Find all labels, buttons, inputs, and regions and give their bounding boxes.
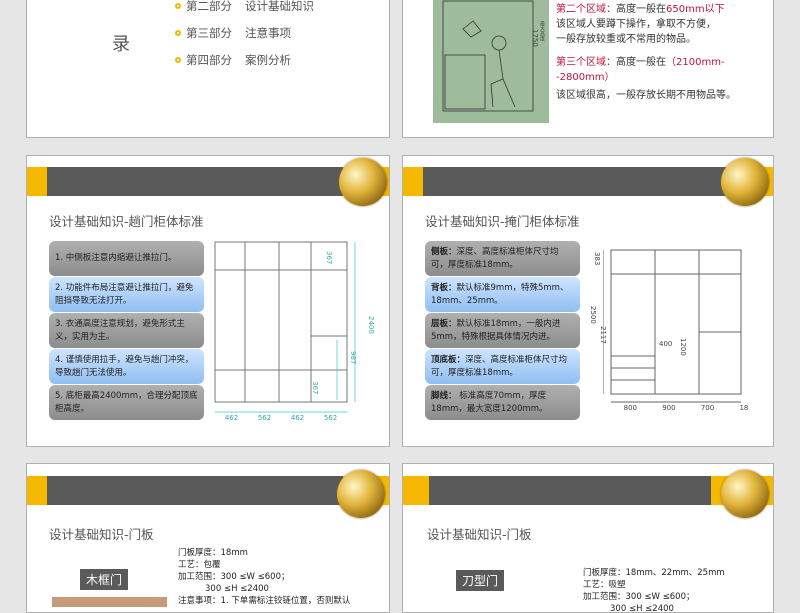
header-bar: [403, 167, 773, 196]
toc-side-char: 录: [112, 34, 130, 55]
slide-zones[interactable]: 1750 最大高度 第二个区域：高度一般在650mm以下 该区域人要蹲下操作，拿…: [402, 0, 774, 138]
width-dims: 800 900 700 18: [623, 404, 749, 412]
dim-label: 1200: [679, 338, 687, 356]
slide-hinged-cabinet[interactable]: 设计基础知识-掩门柜体标准 侧板：深度、高度标准柜体尺寸均可，厚度标准18mm。…: [402, 155, 774, 447]
globe-logo-icon: [337, 470, 385, 518]
point-box: 4. 谨慎使用拉手，避免与趟门冲突，导致趟门无法使用。: [49, 349, 204, 384]
person-illustration: [442, 0, 534, 112]
dim-label: 367: [325, 251, 333, 265]
dim-label: 367: [311, 381, 319, 395]
slide-door-blade[interactable]: 设计基础知识-门板 刀型门 门板厚度：18mm、22mm、25mm 工艺：吸塑 加工…: [402, 463, 774, 613]
dim-label: 987: [349, 351, 357, 365]
slide-title: 设计基础知识-掩门柜体标准: [425, 214, 580, 229]
dim-label: 最大高度: [539, 21, 545, 41]
dim-label: 2400: [367, 316, 375, 334]
spec-text: 门板厚度：18mm、22mm、25mm 工艺：吸塑 加工范围：300 ≤W ≤600…: [583, 568, 725, 613]
globe-logo-icon: [721, 470, 769, 518]
zone3-heading: 第三个区域：高度一般在（2100mm--2800mm）: [556, 57, 725, 83]
dim-label: 2500: [589, 306, 597, 324]
door-type-tag: 木框门: [80, 569, 129, 590]
dim-label: 383: [593, 252, 601, 266]
slide-title: 设计基础知识-门板: [427, 527, 532, 542]
point-box: 3. 衣通高度注意规划，避免形式主义，实用为主。: [49, 313, 204, 348]
bullet-icon: [175, 30, 181, 36]
toc-item: 第二部分 设计基础知识: [175, 0, 314, 14]
point-box: 脚线： 标准高度70mm，厚度18mm，最大宽度1200mm。: [425, 385, 580, 420]
slide-toc[interactable]: 录 第二部分 设计基础知识 第三部分 注意事项 第四部分 案例分析: [26, 0, 390, 138]
spec-text: 门板厚度：18mm 工艺：包覆 加工范围：300 ≤W ≤600； 300 ≤H ≤…: [178, 548, 351, 606]
header-bar: [27, 476, 389, 505]
width-dims: 462 562 462 562: [224, 414, 338, 422]
globe-logo-icon: [721, 158, 769, 206]
door-photo: [52, 597, 167, 607]
point-box: 1. 中侧板注意内缩避让推拉门。: [49, 241, 204, 276]
zone3-desc: 该区域很高，一般存放长期不用物品等。: [556, 90, 736, 101]
zone2-heading: 第二个区域：高度一般在650mm以下: [556, 4, 725, 15]
toc-item: 第三部分 注意事项: [175, 25, 291, 41]
zone2-desc: 一般存放较重或不常用的物品。: [556, 34, 696, 45]
point-box: 5. 底柜最高2400mm，合理分配顶底柜高度。: [49, 385, 204, 420]
hinged-cabinet-diagram: [603, 249, 742, 403]
door-type-tag: 刀型门: [456, 570, 505, 591]
point-box: 层板：默认标准18mm，一般内进5mm，特殊根据具体情况内进。: [425, 313, 580, 348]
point-box: 2. 功能件布局注意避让推拉门，避免阻挡导致无法打开。: [49, 277, 204, 312]
dim-label: 1750: [531, 29, 539, 47]
zone2-desc: 该区域人要蹲下操作，拿取不方便，: [556, 19, 716, 30]
point-box: 顶底板：深度、高度标准柜体尺寸均可，厚度标准18mm。: [425, 349, 580, 384]
slide-door-wood[interactable]: 设计基础知识-门板 木框门 门板厚度：18mm 工艺：包覆 加工范围：300 ≤W …: [26, 463, 390, 613]
slide-sliding-cabinet[interactable]: 设计基础知识-趟门柜体标准 1. 中侧板注意内缩避让推拉门。 2. 功能件布局注…: [26, 155, 390, 447]
point-box: 侧板：深度、高度标准柜体尺寸均可，厚度标准18mm。: [425, 241, 580, 276]
ergonomic-figure: 1750 最大高度: [433, 0, 549, 123]
dim-label: 2117: [599, 326, 607, 344]
dim-label: 400: [659, 340, 673, 348]
globe-logo-icon: [339, 158, 387, 206]
header-bar: [27, 167, 389, 196]
toc-item: 第四部分 案例分析: [175, 52, 291, 68]
header-bar: [403, 476, 773, 505]
bullet-icon: [175, 57, 181, 63]
slide-title: 设计基础知识-门板: [49, 527, 154, 542]
bullet-icon: [175, 3, 181, 9]
slide-title: 设计基础知识-趟门柜体标准: [49, 214, 204, 229]
point-box: 背板：默认标准9mm，特殊5mm、18mm、25mm。: [425, 277, 580, 312]
sliding-cabinet-diagram: [214, 241, 356, 413]
